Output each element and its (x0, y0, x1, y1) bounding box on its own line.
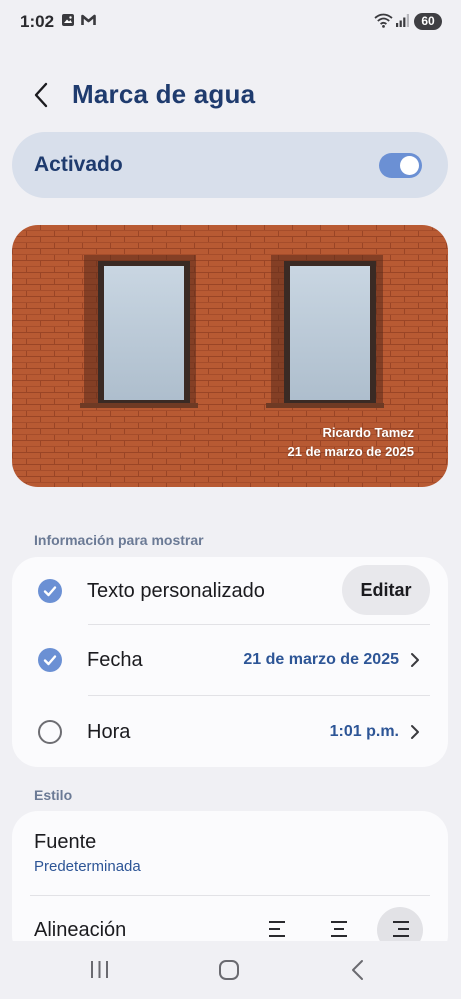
page-title: Marca de agua (72, 79, 256, 109)
status-time: 1:02 (20, 12, 55, 31)
font-row[interactable]: Fuente Predeterminada (12, 811, 448, 895)
font-title: Fuente (34, 831, 97, 853)
date-checkbox[interactable] (38, 648, 62, 672)
divider (30, 895, 430, 896)
style-section-label: Estilo (34, 787, 73, 803)
chevron-right-icon (411, 725, 419, 739)
style-card: Fuente Predeterminada Alineación (12, 811, 448, 961)
watermark-date: 21 de marzo de 2025 (287, 444, 414, 459)
date-title: Fecha (87, 649, 143, 671)
time-checkbox[interactable] (38, 720, 62, 744)
signal-icon (396, 14, 409, 27)
time-value: 1:01 p.m. (329, 723, 399, 740)
gallery-notification-icon (62, 14, 74, 26)
battery-icon: 60 (414, 13, 442, 30)
master-switch-label: Activado (34, 153, 123, 176)
wifi-icon (374, 13, 393, 28)
watermark-preview: Ricardo Tamez 21 de marzo de 2025 (12, 225, 448, 487)
custom-text-checkbox[interactable] (38, 579, 62, 603)
status-bar: 1:02 60 (0, 0, 461, 44)
recent-apps-icon[interactable] (85, 957, 115, 983)
back-arrow-icon[interactable] (26, 78, 60, 112)
custom-text-title: Texto personalizado (87, 580, 265, 602)
info-section-label: Información para mostrar (34, 532, 204, 548)
date-value: 21 de marzo de 2025 (243, 651, 399, 668)
font-value: Predeterminada (34, 858, 141, 875)
alignment-title: Alineación (34, 919, 127, 941)
navigation-bar (0, 941, 461, 999)
custom-text-row[interactable]: Texto personalizado Editar (12, 557, 448, 624)
gmail-notification-icon (81, 14, 96, 25)
master-toggle[interactable] (379, 153, 422, 178)
edit-button[interactable]: Editar (342, 565, 430, 615)
checkmark-icon (43, 586, 57, 597)
checkmark-icon (43, 655, 57, 666)
time-title: Hora (87, 721, 131, 743)
chevron-right-icon (411, 653, 419, 667)
app-header: Marca de agua (0, 70, 461, 122)
date-row[interactable]: Fecha 21 de marzo de 2025 (12, 625, 448, 695)
toggle-knob (400, 156, 419, 175)
time-row[interactable]: Hora 1:01 p.m. (12, 696, 448, 767)
info-card: Texto personalizado Editar Fecha 21 de m… (12, 557, 448, 767)
master-switch-bar[interactable]: Activado (12, 132, 448, 198)
home-icon[interactable] (214, 957, 244, 983)
nav-back-icon[interactable] (343, 957, 373, 983)
watermark-name: Ricardo Tamez (322, 425, 414, 440)
